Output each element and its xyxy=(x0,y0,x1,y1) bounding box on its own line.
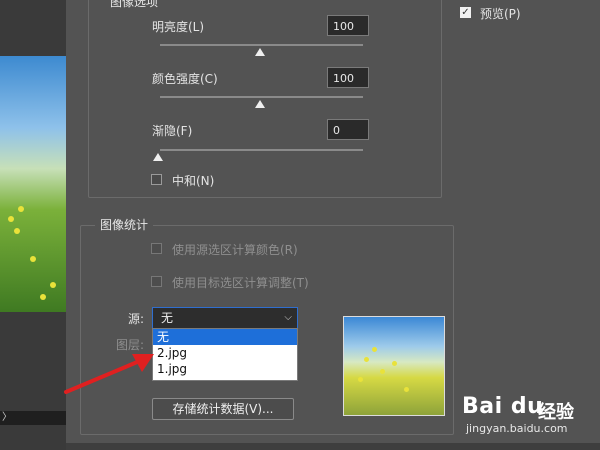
color-intensity-input[interactable]: 100 xyxy=(327,67,369,88)
baidu-logo: Bai du xyxy=(462,394,544,419)
source-thumbnail-image xyxy=(343,316,445,416)
baidu-jingyan-text: 经验 xyxy=(538,402,574,423)
image-options-title: 图像选项 xyxy=(105,0,164,10)
luminance-label: 明亮度(L) xyxy=(152,20,205,34)
source-dropdown-list: 无 2.jpg 1.jpg xyxy=(152,328,298,381)
use-source-selection-label: 使用源选区计算颜色(R) xyxy=(172,243,298,257)
watermark-url: jingyan.baidu.com xyxy=(466,422,568,435)
chevron-down-icon: ⌵ xyxy=(284,312,292,323)
luminance-input[interactable]: 100 xyxy=(327,15,369,36)
dialog-bottom-bar xyxy=(66,443,600,450)
color-intensity-label: 颜色强度(C) xyxy=(152,72,218,86)
source-option-1jpg[interactable]: 1.jpg xyxy=(153,361,297,377)
red-arrow-annotation xyxy=(64,354,154,394)
image-options-group xyxy=(88,0,442,198)
preview-label: 预览(P) xyxy=(480,7,521,21)
fade-slider-track[interactable] xyxy=(160,149,363,151)
source-option-2jpg[interactable]: 2.jpg xyxy=(153,345,297,361)
source-option-none[interactable]: 无 xyxy=(153,329,297,345)
source-select-value: 无 xyxy=(161,311,174,325)
source-select[interactable]: 无 ⌵ xyxy=(152,307,298,329)
image-statistics-title: 图像统计 xyxy=(95,216,154,233)
color-intensity-slider-track[interactable] xyxy=(160,96,363,98)
fade-input[interactable]: 0 xyxy=(327,119,369,140)
fade-slider-thumb[interactable] xyxy=(153,153,163,161)
preview-checkbox[interactable]: ✓ xyxy=(460,7,471,18)
canvas-scroll-arrow[interactable]: 〉 xyxy=(0,411,66,425)
luminance-slider-track[interactable] xyxy=(160,44,363,46)
use-source-selection-checkbox[interactable] xyxy=(151,243,162,254)
neutralize-label: 中和(N) xyxy=(172,174,215,188)
color-intensity-slider-thumb[interactable] xyxy=(255,100,265,108)
save-statistics-button[interactable]: 存储统计数据(V)... xyxy=(152,398,294,420)
neutralize-checkbox[interactable] xyxy=(151,174,162,185)
use-target-selection-label: 使用目标选区计算调整(T) xyxy=(172,276,309,290)
luminance-slider-thumb[interactable] xyxy=(255,48,265,56)
use-target-selection-checkbox[interactable] xyxy=(151,276,162,287)
canvas-image xyxy=(0,56,66,312)
source-label: 源: xyxy=(128,312,145,326)
fade-label: 渐隐(F) xyxy=(152,124,193,138)
